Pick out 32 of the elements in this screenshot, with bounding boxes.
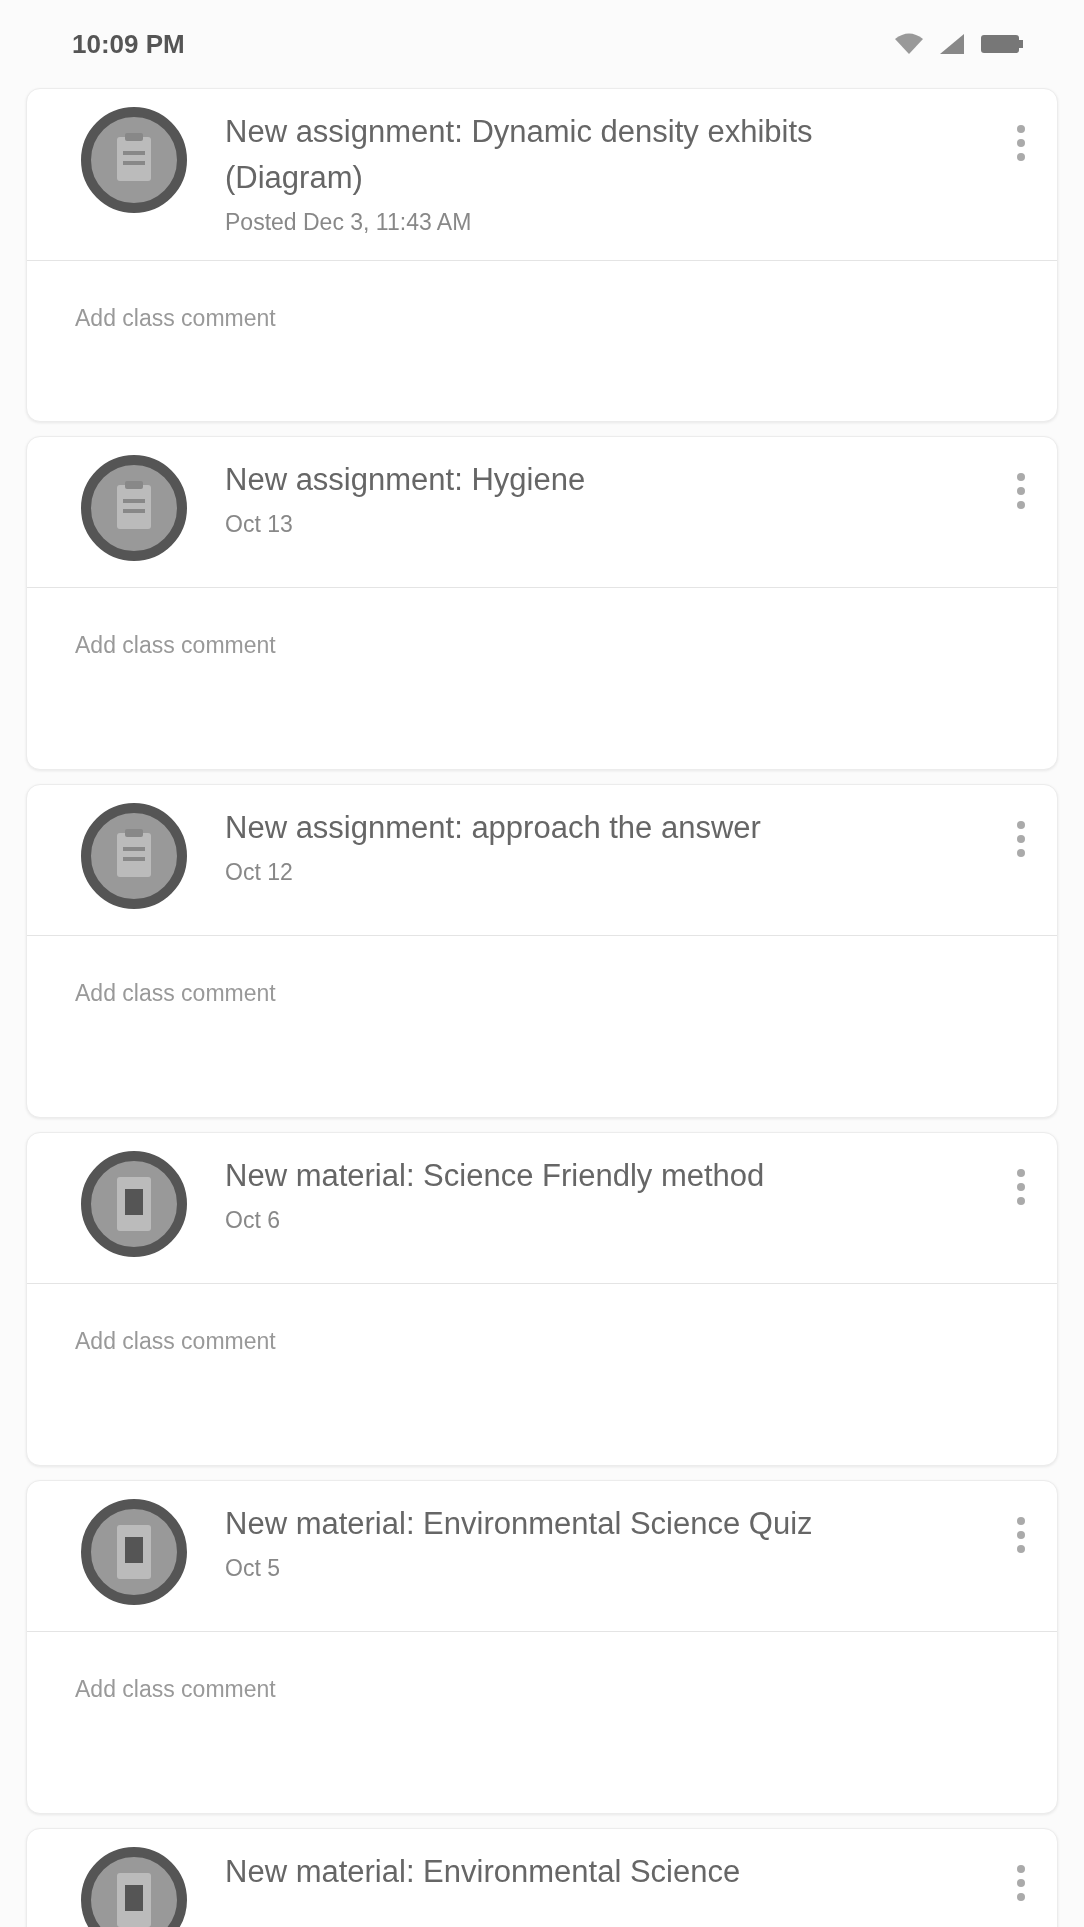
clipboard-icon xyxy=(79,453,189,563)
post-time: Oct 6 xyxy=(225,1207,281,1234)
document-icon xyxy=(79,1845,189,1927)
post-title: New material: Science Friendly method xyxy=(225,1157,766,1195)
more-vertical-icon xyxy=(1017,1865,1025,1901)
add-comment-link[interactable]: Add class comment xyxy=(75,980,276,1007)
more-vertical-icon xyxy=(1017,473,1025,509)
document-icon xyxy=(79,1497,189,1607)
more-vertical-icon xyxy=(1017,1169,1025,1205)
wifi-icon xyxy=(894,32,924,56)
document-icon xyxy=(79,1149,189,1259)
post-title: New assignment: Hygiene xyxy=(225,461,587,499)
post-title: New material: Environmental Science Quiz xyxy=(225,1505,814,1543)
add-comment-link[interactable]: Add class comment xyxy=(75,1328,276,1355)
clipboard-icon xyxy=(79,801,189,911)
more-vertical-icon xyxy=(1017,1517,1025,1553)
post-title: New assignment: Dynamic density exhibits (Diagram) xyxy=(225,113,814,197)
post-title: New assignment: approach the answer xyxy=(225,809,762,847)
post-time: Oct 5 xyxy=(225,1555,281,1582)
post-title: New material: Environmental Science xyxy=(225,1853,742,1891)
post-time: Oct 13 xyxy=(225,511,294,538)
add-comment-link[interactable]: Add class comment xyxy=(75,1676,276,1703)
clipboard-icon xyxy=(79,105,189,215)
post-time: Posted Dec 3, 11:43 AM xyxy=(225,209,473,236)
battery-icon xyxy=(980,32,1024,56)
post-time: Oct 12 xyxy=(225,859,294,886)
add-comment-link[interactable]: Add class comment xyxy=(75,632,276,659)
more-vertical-icon xyxy=(1017,821,1025,857)
add-comment-link[interactable]: Add class comment xyxy=(75,305,276,332)
signal-icon xyxy=(938,32,966,56)
more-vertical-icon xyxy=(1017,125,1025,161)
status-time: 10:09 PM xyxy=(72,28,185,60)
